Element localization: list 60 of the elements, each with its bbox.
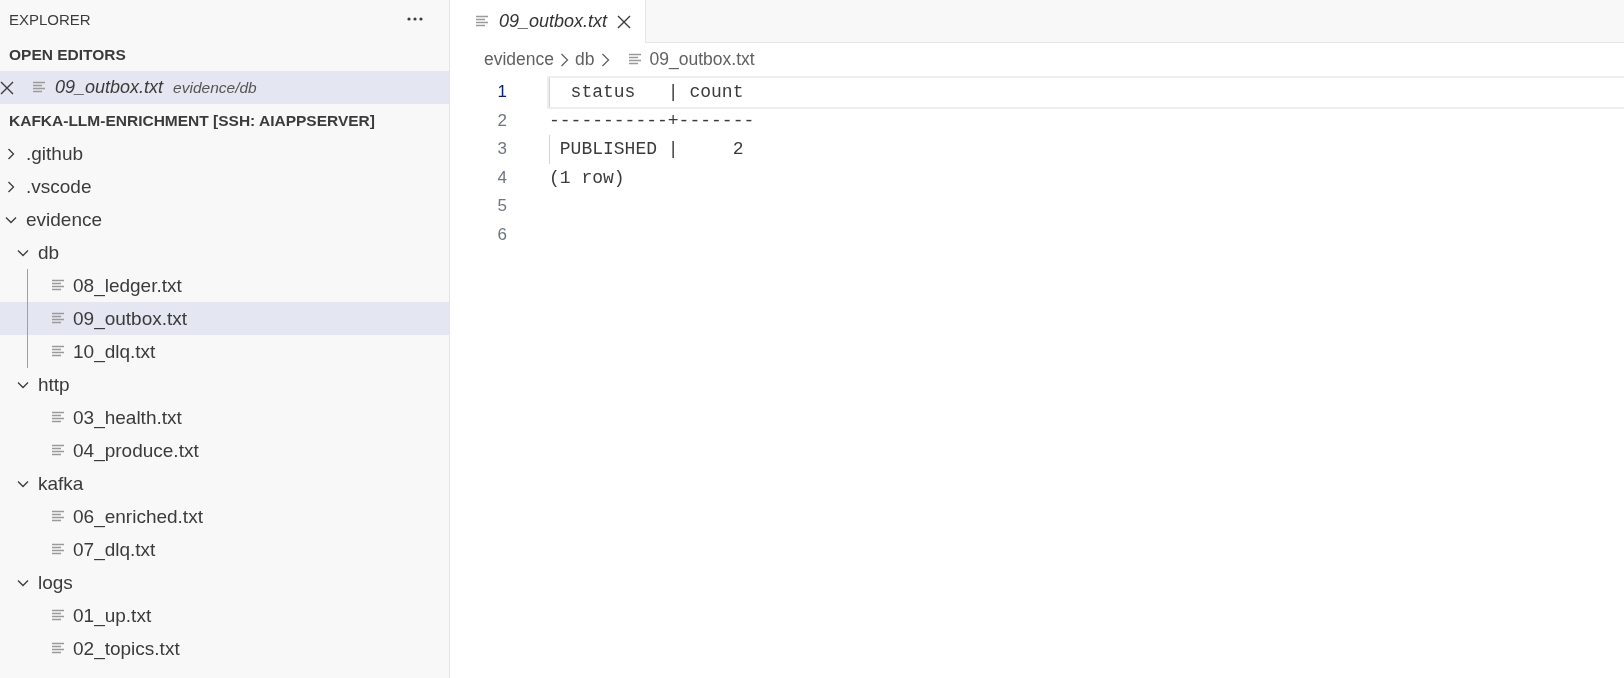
chevron-down-icon — [17, 380, 29, 389]
chevron-right-icon — [560, 52, 570, 67]
file-lines-icon — [51, 543, 65, 556]
file-lines-icon — [627, 53, 642, 66]
chevron-down-icon — [17, 479, 29, 488]
folder-item[interactable]: evidence — [0, 203, 449, 236]
chevron-right-icon — [600, 52, 610, 67]
code-line: PUBLISHED | 2 — [558, 139, 744, 160]
chevron-down-icon — [17, 248, 29, 257]
folder-item[interactable]: db — [0, 236, 449, 269]
file-item[interactable]: 04_produce.txt — [0, 434, 449, 467]
file-item[interactable]: 09_outbox.txt — [0, 302, 449, 335]
chevron-down-icon — [5, 215, 17, 224]
section-header[interactable]: KAFKA-LLM-ENRICHMENT [SSH: AIAPPSERVER] — [0, 104, 449, 137]
folder-item[interactable]: logs — [0, 566, 449, 599]
file-lines-icon — [475, 15, 489, 28]
code-line: (1 row) — [549, 167, 625, 188]
file-lines-icon — [51, 444, 65, 457]
folder-item[interactable]: http — [0, 368, 449, 401]
chevron-right-icon — [5, 147, 17, 160]
file-item[interactable]: 07_dlq.txt — [0, 533, 449, 566]
line-number: 1 — [496, 82, 507, 103]
file-item[interactable]: 06_enriched.txt — [0, 500, 449, 533]
breadcrumb-item[interactable]: evidence — [484, 49, 555, 70]
file-lines-icon — [51, 312, 65, 325]
close-icon[interactable] — [0, 80, 14, 95]
file-lines-icon — [51, 345, 65, 358]
code-line: status | count — [569, 82, 744, 103]
more-icon[interactable] — [407, 17, 423, 21]
file-item[interactable]: 02_topics.txt — [0, 632, 449, 665]
editor-tab[interactable]: 09_outbox.txt — [450, 0, 647, 43]
open-editor-item[interactable]: 09_outbox.txt evidence/db — [0, 71, 449, 104]
file-lines-icon — [51, 279, 65, 292]
file-item[interactable]: 03_health.txt — [0, 401, 449, 434]
line-number: 4 — [496, 167, 507, 188]
code-line: -----------+------- — [549, 110, 755, 131]
folder-item[interactable]: .vscode — [0, 170, 449, 203]
file-lines-icon — [51, 510, 65, 523]
explorer-title: EXPLORER — [9, 10, 91, 28]
breadcrumb-item[interactable]: db — [575, 49, 595, 70]
file-item[interactable]: 10_dlq.txt — [0, 335, 449, 368]
folder-item[interactable]: kafka — [0, 467, 449, 500]
line-number: 2 — [496, 110, 507, 131]
close-icon[interactable] — [617, 14, 632, 29]
line-number: 6 — [496, 224, 507, 245]
file-item[interactable]: 08_ledger.txt — [0, 269, 449, 302]
section-header[interactable]: OPEN EDITORS — [0, 38, 449, 71]
folder-item[interactable]: .github — [0, 137, 449, 170]
file-lines-icon — [51, 642, 65, 655]
file-lines-icon — [51, 411, 65, 424]
file-lines-icon — [32, 81, 46, 94]
chevron-down-icon — [17, 578, 29, 587]
file-name: 09_outbox.txt — [55, 77, 164, 98]
file-path: evidence/db — [173, 78, 257, 97]
file-item[interactable]: 01_up.txt — [0, 599, 449, 632]
line-number: 5 — [496, 196, 507, 217]
line-number: 3 — [496, 139, 507, 160]
breadcrumb-item[interactable]: 09_outbox.txt — [649, 49, 755, 70]
file-lines-icon — [51, 609, 65, 622]
chevron-right-icon — [5, 180, 17, 193]
